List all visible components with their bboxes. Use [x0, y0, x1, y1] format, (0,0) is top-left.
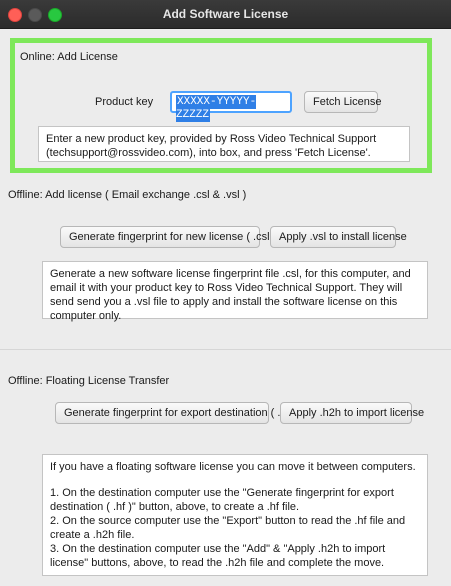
- generate-hf-button[interactable]: Generate fingerprint for export destinat…: [55, 402, 296, 424]
- generate-csl-button[interactable]: Generate fingerprint for new license ( .…: [60, 226, 276, 248]
- title-bar: Add Software License: [0, 0, 451, 29]
- offline-info-text: Generate a new software license fingerpr…: [42, 261, 428, 322]
- offline-heading: Offline: Add license ( Email exchange .c…: [8, 189, 247, 201]
- floating-info-line: If you have a floating software license …: [50, 461, 416, 473]
- section-divider: [0, 349, 451, 350]
- fetch-license-button[interactable]: Fetch License: [304, 91, 381, 113]
- online-add-license-section: Online: Add License Product key XXXXX-YY…: [10, 38, 432, 173]
- apply-vsl-button[interactable]: Apply .vsl to install license: [270, 226, 407, 248]
- window-title: Add Software License: [162, 7, 289, 21]
- floating-info-line: 1. On the destination computer use the "…: [50, 487, 394, 513]
- product-key-label: Product key: [95, 96, 154, 108]
- floating-info-line: 3. On the destination computer use the "…: [50, 543, 386, 569]
- product-key-input[interactable]: XXXXX-YYYYY-ZZZZZ: [170, 91, 292, 122]
- product-key-value: XXXXX-YYYYY-ZZZZZ: [176, 95, 257, 122]
- apply-h2h-button[interactable]: Apply .h2h to import license: [280, 402, 424, 424]
- floating-info-line: 2. On the source computer use the "Expor…: [50, 515, 406, 541]
- online-info-text: Enter a new product key, provided by Ros…: [38, 126, 410, 162]
- floating-info-text: If you have a floating software license …: [42, 454, 428, 576]
- floating-heading: Offline: Floating License Transfer: [8, 375, 170, 387]
- online-heading: Online: Add License: [20, 51, 118, 63]
